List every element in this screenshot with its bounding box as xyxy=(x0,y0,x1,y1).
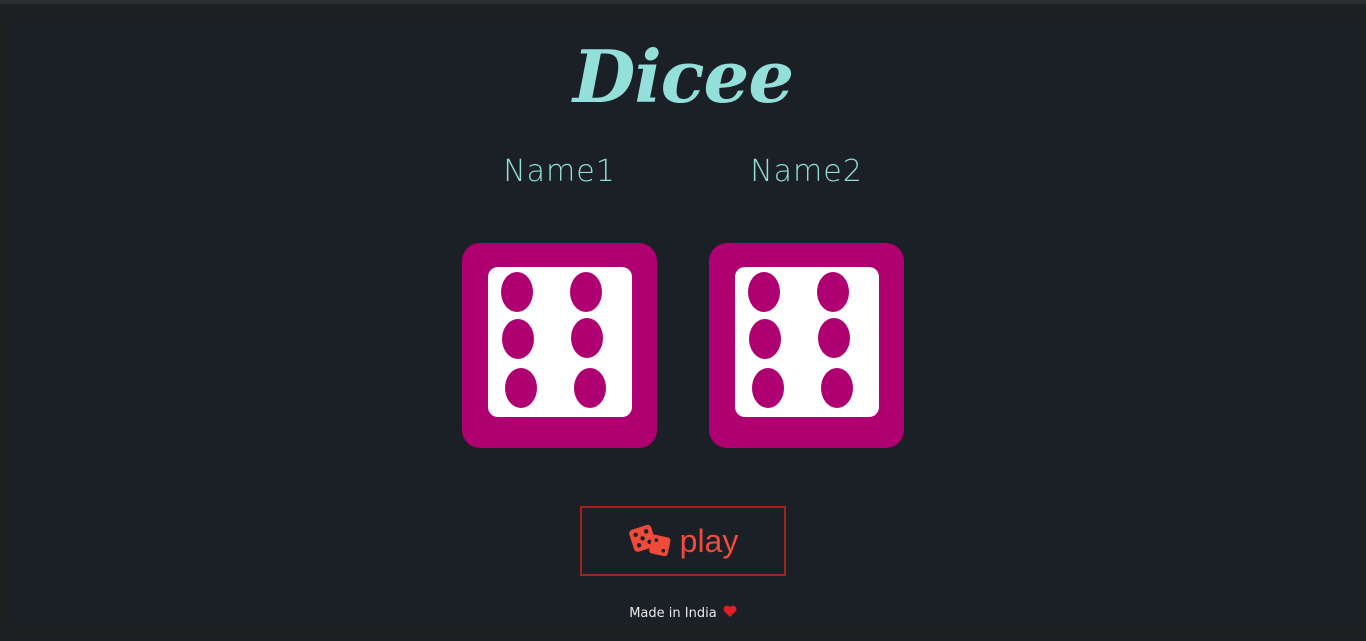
die-pip xyxy=(571,318,603,358)
die-face-six xyxy=(735,267,879,417)
play-button-label: play xyxy=(679,522,739,559)
die-pip xyxy=(748,272,780,312)
browser-top-strip xyxy=(0,0,1366,4)
die-pip xyxy=(502,319,534,359)
player-1-name: Name1 xyxy=(503,154,616,189)
dice-icon xyxy=(628,524,671,557)
player-1-die xyxy=(462,243,657,448)
die-pip xyxy=(505,368,537,408)
page-container: Dicee Name1 Name2 play Made in India xyxy=(8,24,1358,627)
die-pip xyxy=(821,368,853,408)
die-pip xyxy=(817,272,849,312)
die-pip xyxy=(752,368,784,408)
die-pip xyxy=(574,368,606,408)
heart-icon xyxy=(723,605,737,617)
die-pip xyxy=(818,318,850,358)
footer-text: Made in India xyxy=(629,606,717,621)
page-title: Dicee xyxy=(572,34,794,119)
die-pip xyxy=(749,319,781,359)
play-button[interactable]: play xyxy=(580,506,786,576)
die-pip xyxy=(570,272,602,312)
footer: Made in India xyxy=(8,604,1358,624)
die-face-six xyxy=(488,267,632,417)
player-2-name: Name2 xyxy=(750,154,863,189)
player-2-die xyxy=(709,243,904,448)
die-pip xyxy=(501,272,533,312)
